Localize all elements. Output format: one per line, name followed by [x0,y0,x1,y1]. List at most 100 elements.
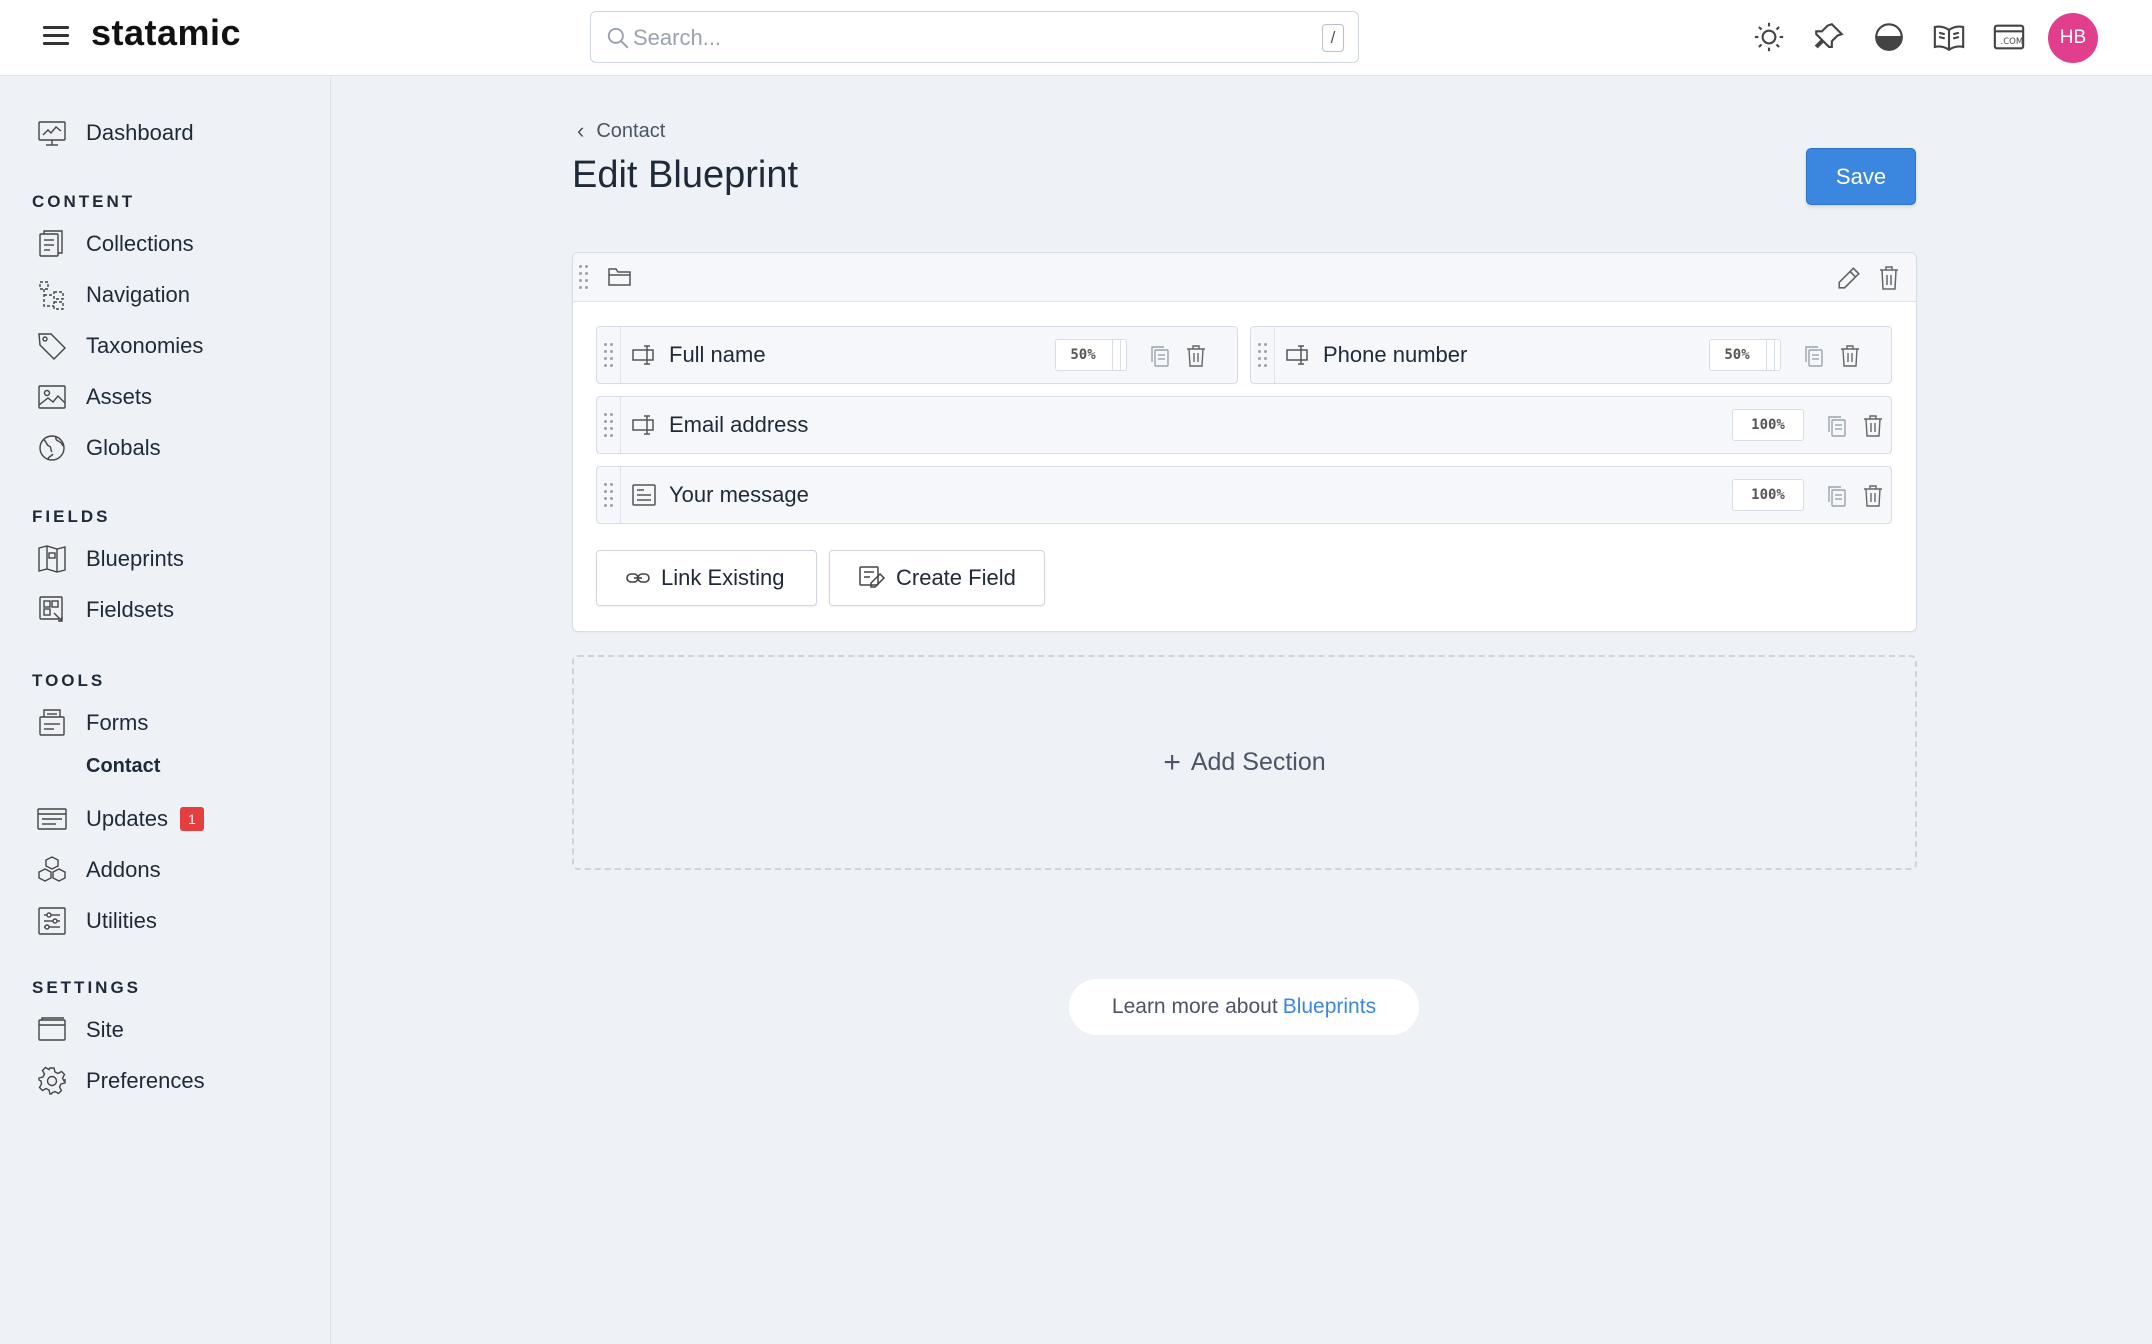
sidebar-item-utilities[interactable]: Utilities [36,903,157,939]
duplicate-field-icon[interactable] [1803,344,1825,368]
link-icon [626,573,650,583]
search-icon [607,27,629,49]
duplicate-field-icon[interactable] [1149,344,1171,368]
field-label: Phone number [1323,342,1468,367]
edit-section-pencil-icon[interactable] [1836,265,1862,291]
sidebar-item-label: Site [86,1017,124,1042]
drag-handle-icon[interactable] [597,397,621,453]
grip-dots [1257,342,1269,368]
save-button[interactable]: Save [1806,148,1916,205]
sidebar-item-label: Navigation [86,282,190,307]
blueprint-section: Full name 50% Phone number 50% Email add… [572,252,1917,632]
link-existing-button[interactable]: Link Existing [596,550,817,606]
docs-book-icon[interactable] [1932,20,1966,54]
sidebar-item-updates[interactable]: Updates 1 [36,801,204,837]
create-field-button[interactable]: Create Field [829,550,1045,606]
updates-count-badge: 1 [179,807,204,831]
field-full-name[interactable]: Full name 50% [596,326,1238,384]
sidebar-item-preferences[interactable]: Preferences [36,1063,205,1099]
page-title: Edit Blueprint [572,154,799,196]
delete-field-trash-icon[interactable] [1185,344,1207,368]
updates-icon [37,808,67,830]
field-width-selector[interactable]: 50% [1055,339,1127,371]
drag-handle-icon[interactable] [578,264,590,290]
app-logo[interactable]: statamic [91,12,241,54]
duplicate-field-icon[interactable] [1826,414,1848,438]
dashboard-icon [38,121,66,146]
global-search[interactable]: / [590,11,1359,63]
field-phone-number[interactable]: Phone number 50% [1250,326,1892,384]
drag-handle-icon[interactable] [1251,327,1275,383]
navigation-icon [39,281,64,310]
field-width-selector[interactable]: 100% [1732,479,1804,511]
sidebar-item-label: Utilities [86,908,157,933]
field-label: Email address [669,412,809,437]
sidebar-item-collections[interactable]: Collections [36,226,194,262]
chevron-left-icon: ‹ [577,118,585,143]
delete-field-trash-icon[interactable] [1862,484,1884,508]
field-your-message[interactable]: Your message 100% [596,466,1892,524]
sidebar: Dashboard CONTENT Collections Navigation… [0,77,331,1344]
addons-cubes-icon [38,856,66,882]
contrast-icon[interactable] [1872,20,1906,54]
sidebar-item-forms[interactable]: Forms [36,705,148,741]
grip-dots [603,482,615,508]
sidebar-item-fieldsets[interactable]: Fieldsets [36,592,174,628]
textarea-icon [632,484,656,506]
view-site-icon[interactable]: .COM [1992,20,2026,54]
grip-dots [603,412,615,438]
menu-toggle-icon[interactable] [43,26,69,48]
text-field-icon [632,415,654,435]
site-window-icon [38,1017,66,1041]
sidebar-item-dashboard[interactable]: Dashboard [36,115,194,151]
delete-section-trash-icon[interactable] [1878,265,1900,291]
gear-icon [38,1066,66,1095]
sidebar-item-blueprints[interactable]: Blueprints [36,541,184,577]
sidebar-item-taxonomies[interactable]: Taxonomies [36,328,203,364]
text-field-icon [632,345,654,365]
sidebar-item-label: Blueprints [86,546,184,571]
delete-field-trash-icon[interactable] [1839,344,1861,368]
sidebar-item-addons[interactable]: Addons [36,852,161,888]
blueprints-icon [38,545,66,573]
drag-handle-icon[interactable] [597,327,621,383]
tag-icon [38,333,66,360]
collections-icon [39,230,63,257]
sidebar-subitem-contact[interactable]: Contact [86,755,160,778]
sidebar-item-label: Assets [86,384,153,409]
assets-image-icon [38,385,66,409]
sidebar-item-globals[interactable]: Globals [36,430,161,466]
globe-icon [39,435,65,461]
sidebar-item-label: Collections [86,231,194,256]
duplicate-field-icon[interactable] [1826,484,1848,508]
add-section-button[interactable]: + Add Section [572,655,1917,870]
pin-icon[interactable] [1812,20,1846,54]
breadcrumb-label: Contact [596,119,666,142]
drag-handle-icon[interactable] [597,467,621,523]
field-width-selector[interactable]: 100% [1732,409,1804,441]
field-width-selector[interactable]: 50% [1709,339,1781,371]
field-email-address[interactable]: Email address 100% [596,396,1892,454]
blueprints-docs-link[interactable]: Blueprints [1283,995,1376,1019]
text-field-icon [1286,345,1308,365]
sidebar-item-label: Globals [86,435,161,460]
sidebar-item-label: Fieldsets [86,597,175,622]
field-width-value: 100% [1751,487,1785,503]
learn-more-text: Learn more about [1111,995,1278,1018]
delete-field-trash-icon[interactable] [1862,414,1884,438]
theme-toggle-icon[interactable] [1752,20,1786,54]
add-section-label: Add Section [1190,748,1326,776]
folder-icon [608,268,631,286]
sidebar-heading-settings: SETTINGS [32,978,142,997]
sidebar-item-site[interactable]: Site [36,1012,124,1048]
field-label: Your message [669,482,809,507]
sidebar-item-label: Addons [86,857,161,882]
sidebar-heading-fields: FIELDS [32,507,111,526]
search-input[interactable] [633,22,1293,54]
field-label: Full name [669,342,766,367]
breadcrumb[interactable]: ‹ Contact [577,118,665,144]
sidebar-item-assets[interactable]: Assets [36,379,152,415]
grip-dots [603,342,615,368]
sidebar-item-navigation[interactable]: Navigation [36,277,190,313]
user-avatar[interactable]: HB [2048,13,2098,63]
